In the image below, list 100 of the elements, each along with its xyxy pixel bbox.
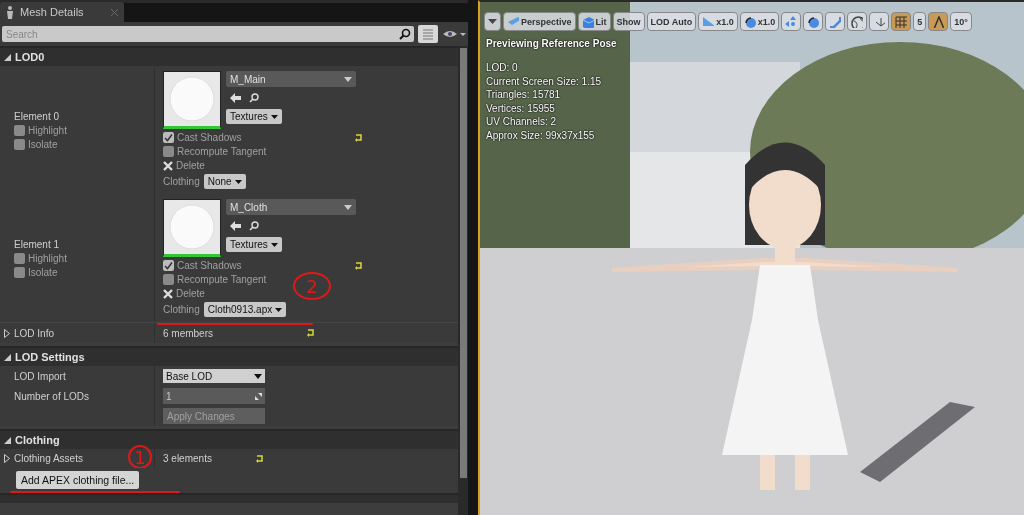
section-header[interactable]: LOD0 (0, 46, 458, 66)
delete-icon[interactable] (163, 160, 173, 171)
caret-icon (254, 373, 262, 379)
section-header[interactable]: LOD Settings (0, 346, 458, 366)
checkbox[interactable] (14, 266, 25, 278)
stat-line: UV Channels: 2 (486, 115, 558, 129)
checkbox[interactable] (163, 274, 174, 285)
material-dropdown[interactable]: M_Main (226, 71, 356, 87)
reset-arrow-icon[interactable] (355, 133, 363, 142)
figure-icon (6, 5, 14, 19)
close-icon (111, 8, 118, 16)
number-field[interactable]: 1 (163, 388, 265, 404)
section-header[interactable]: Clothing (0, 429, 458, 449)
expanded-arrow-icon[interactable] (4, 436, 11, 444)
delete-icon[interactable] (163, 288, 173, 299)
isolate-label: Isolate (28, 138, 58, 150)
cast-shadows-label: Cast Shadows (177, 132, 242, 143)
expanded-arrow-icon[interactable] (4, 353, 11, 361)
cast-shadows-label: Cast Shadows (177, 260, 242, 271)
lod-info-label: LOD Info (14, 327, 55, 339)
toolbar-button[interactable] (928, 12, 949, 31)
move-icon (785, 15, 798, 28)
recompute-tangent-label: Recompute Tangent (177, 146, 267, 157)
scrollbar-thumb[interactable] (459, 48, 467, 478)
expanded-arrow-icon[interactable] (4, 53, 11, 61)
collapsed-arrow-icon[interactable] (4, 454, 10, 463)
checkbox[interactable] (163, 146, 174, 157)
arrow-left-icon[interactable] (230, 93, 241, 103)
toolbar-button[interactable]: Perspective (503, 12, 576, 31)
toolbar-button[interactable] (484, 12, 501, 31)
surface-snap-icon (873, 15, 886, 28)
checkbox[interactable] (163, 260, 174, 271)
search-icon[interactable] (249, 221, 259, 231)
toolbar-button[interactable]: Lit (577, 12, 611, 31)
add-apex-clothing-button[interactable]: Add APEX clothing file... (16, 471, 140, 489)
eye-icon[interactable] (442, 29, 466, 39)
clothing-assets-value: 3 elements (163, 453, 212, 464)
arrow-left-icon[interactable] (230, 221, 241, 231)
toolbar-button[interactable] (803, 12, 824, 31)
checkbox[interactable] (14, 252, 25, 264)
checkbox[interactable] (14, 124, 25, 136)
preview-heading: Previewing Reference Pose (486, 38, 617, 49)
toolbar-button[interactable]: LOD Auto (646, 12, 697, 31)
caret-icon (344, 204, 352, 210)
delete-label[interactable]: Delete (176, 160, 205, 171)
element-label: Element 1 (14, 238, 61, 250)
viewport[interactable]: Perspective Lit Show LOD Auto x1.0 x1.0 5 10° Previewing Reference Pose LOD: 0 Current Screen Size: 1.15 Triangles: 15781 Vertices: 15955 UV Channels: 2 Approx Size: 99x37x155 (478, 0, 1024, 515)
clothing-assets-label: Clothing Assets (14, 453, 83, 464)
collapsed-arrow-icon[interactable] (4, 328, 10, 338)
element-label: Element 0 (14, 110, 61, 122)
rotate-icon (743, 15, 756, 28)
toolbar-button[interactable]: 5 (913, 12, 927, 31)
textures-dropdown[interactable]: Textures (226, 109, 282, 124)
list-icon (422, 28, 434, 40)
globe-icon (851, 15, 864, 28)
lod-info-value: 6 members (163, 327, 213, 339)
stat-line: Approx Size: 99x37x155 (486, 128, 596, 142)
textures-dropdown[interactable]: Textures (226, 237, 282, 252)
lod-import-dropdown[interactable]: Base LOD (163, 369, 265, 383)
stat-line: Vertices: 15955 (486, 101, 556, 115)
caret-icon (270, 114, 278, 119)
checkbox[interactable] (163, 132, 174, 143)
caret-icon (275, 307, 283, 312)
checkbox[interactable] (14, 138, 25, 150)
clothing-label: Clothing (163, 176, 200, 187)
resize-arrows-icon (255, 392, 262, 400)
caret-icon (234, 179, 242, 184)
material-thumbnail[interactable] (163, 71, 221, 129)
clothing-dropdown[interactable]: None (203, 174, 246, 189)
stat-line: LOD: 0 (486, 61, 519, 75)
isolate-label: Isolate (28, 266, 58, 278)
rotate-icon (807, 15, 820, 28)
stat-line: Current Screen Size: 1.15 (486, 74, 603, 88)
section-title: Clothing (15, 434, 60, 446)
material-thumbnail[interactable] (163, 199, 221, 257)
toolbar-button[interactable]: x1.0 (739, 12, 780, 31)
scale-icon (829, 15, 842, 28)
search-icon[interactable] (249, 93, 259, 103)
search-field[interactable]: Search (2, 26, 414, 42)
caret-icon (344, 76, 352, 82)
mesh-details-tab[interactable]: Mesh Details (0, 2, 124, 22)
toolbar-button[interactable]: 10° (950, 12, 972, 31)
annotation-mark: 2 (293, 272, 331, 300)
toolbar-button[interactable] (891, 12, 912, 31)
toolbar-button[interactable]: Show (612, 12, 645, 31)
material-dropdown[interactable]: M_Cloth (226, 199, 356, 215)
reset-arrow-icon[interactable] (255, 454, 264, 463)
delete-label[interactable]: Delete (176, 288, 205, 299)
reset-arrow-icon[interactable] (355, 261, 363, 270)
scrollbar[interactable] (458, 46, 468, 515)
search-icon[interactable] (399, 28, 411, 40)
toolbar-button[interactable] (847, 12, 868, 31)
caret-icon (488, 19, 497, 24)
toolbar-button[interactable]: x1.0 (698, 12, 738, 31)
cube-icon (581, 15, 594, 28)
reset-arrow-icon[interactable] (307, 329, 315, 337)
clothing-label: Clothing (163, 304, 200, 315)
property-label: Number of LODs (13, 390, 90, 402)
clothing-dropdown[interactable]: Cloth0913.apx (203, 302, 287, 317)
section-title: LOD Settings (15, 351, 85, 363)
